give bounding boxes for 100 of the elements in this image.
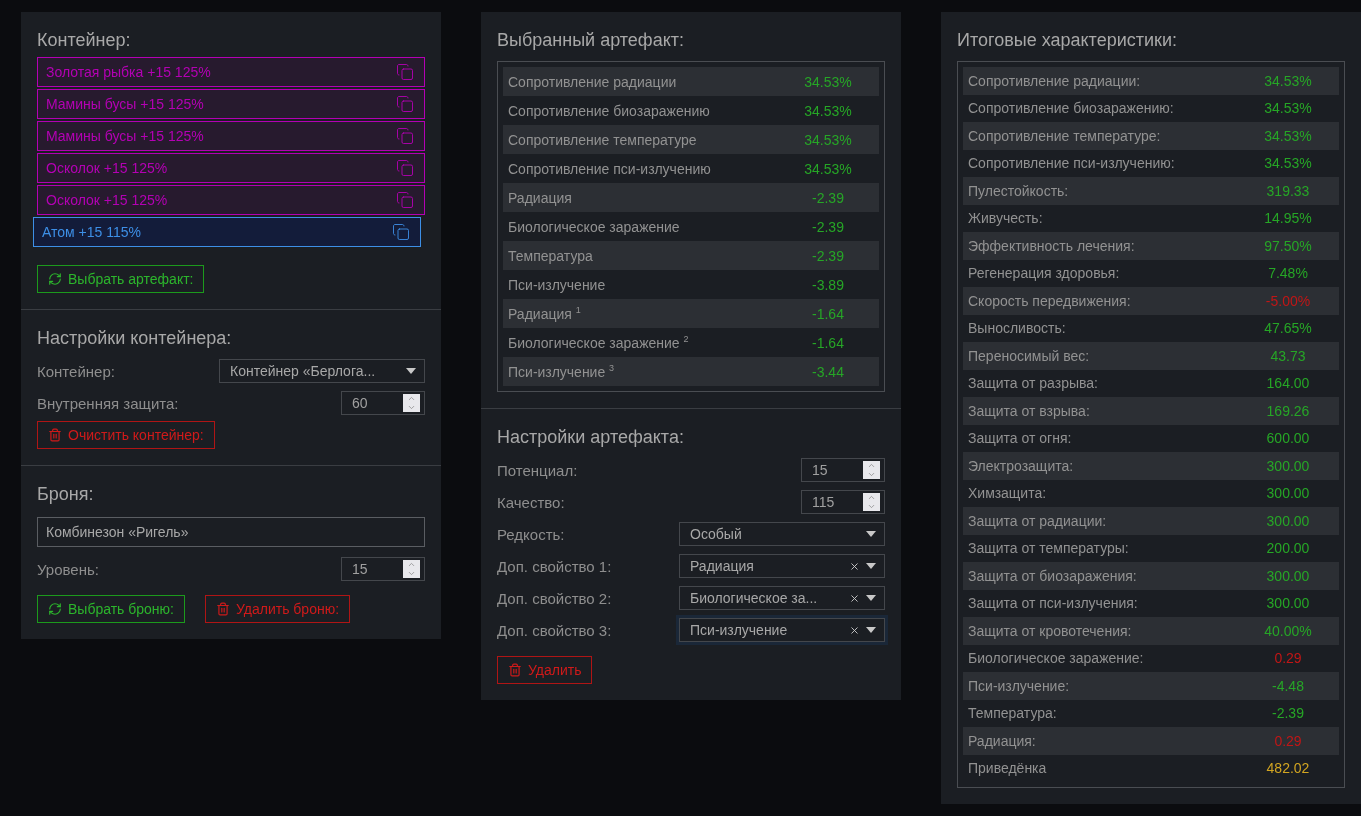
stat-label: Пси-излучение $^{3}$ (508, 363, 615, 380)
stat-label: Переносимый вес: (968, 347, 1090, 364)
caret-icon (866, 563, 876, 569)
stat-value: 40.00% (1263, 622, 1313, 639)
refresh-icon (48, 272, 62, 286)
dropdown[interactable]: Пси-излучение (679, 618, 885, 642)
field-label: Доп. свойство 3: (497, 621, 612, 639)
spinner-icon[interactable] (863, 461, 880, 479)
stat-label: Радиация: (968, 732, 1036, 749)
stat-value: 169.26 (1265, 402, 1311, 419)
spinner-icon[interactable] (863, 493, 880, 511)
stat-value: 34.53% (1263, 72, 1313, 89)
dropdown[interactable]: Биологическое за... (679, 586, 885, 610)
caret-icon (866, 627, 876, 633)
stat-value: 300.00 (1265, 457, 1311, 474)
stat-label: Температура: (968, 705, 1057, 722)
refresh-icon (48, 602, 62, 616)
stat-label: Электрозащита: (968, 457, 1074, 474)
stat-label: Защита от взрыва: (968, 402, 1090, 419)
stat-value: -2.39 (811, 247, 845, 264)
dropdown[interactable]: Радиация (679, 554, 885, 578)
stat-value: 300.00 (1265, 595, 1311, 612)
stat-label: Защита от радиации: (968, 512, 1107, 529)
stat-label: Защита от кровотечения: (968, 622, 1132, 639)
clear-icon[interactable] (849, 592, 860, 604)
field-label: Уровень: (37, 560, 99, 578)
clear-icon[interactable] (849, 624, 860, 636)
stat-label: Сопротивление температуре: (968, 127, 1161, 144)
stat-label: Выносливость: (968, 320, 1066, 337)
field-label: Качество: (497, 493, 565, 511)
stat-value: 300.00 (1265, 512, 1311, 529)
select-artifact-button[interactable]: Выбрать артефакт: (37, 265, 205, 293)
stat-label: Защита от пси-излучения: (968, 595, 1138, 612)
stat-label: Сопротивление биозаражению (508, 102, 710, 119)
stat-value: -2.39 (811, 218, 845, 235)
stat-value: -2.39 (811, 189, 845, 206)
stat-label: Приведёнка (968, 760, 1047, 777)
stat-value: -4.48 (1271, 677, 1305, 694)
field-label: Внутренняя защита: (37, 394, 179, 412)
copy-icon[interactable] (396, 95, 414, 113)
section-title: Контейнер: (37, 30, 132, 51)
copy-icon[interactable] (396, 191, 414, 209)
stat-value: 34.53% (1263, 155, 1313, 172)
field-label: Редкость: (497, 525, 565, 543)
stat-value: 34.53% (1263, 127, 1313, 144)
armor-field[interactable]: Комбинезон «Ригель» (37, 517, 425, 547)
caret-icon (406, 368, 416, 374)
number-input[interactable]: 15 (341, 557, 425, 581)
stat-label: Защита от биозаражения: (968, 567, 1137, 584)
select-armor-button[interactable]: Выбрать броню: (37, 595, 185, 623)
stat-value: 14.95% (1263, 210, 1313, 227)
stat-value: 34.53% (1263, 100, 1313, 117)
number-input[interactable]: 15 (801, 458, 885, 482)
stat-label: Радиация (508, 189, 572, 206)
stat-value: 34.53% (803, 160, 853, 177)
stat-label: Биологическое заражение (508, 218, 680, 235)
stat-label: Защита от температуры: (968, 540, 1129, 557)
stat-label: Биологическое заражение $^{2}$ (508, 334, 689, 351)
spinner-icon[interactable] (403, 394, 420, 412)
stat-value: 7.48% (1267, 265, 1309, 282)
stat-value: 300.00 (1265, 485, 1311, 502)
copy-icon[interactable] (396, 63, 414, 81)
field-label: Контейнер: (37, 362, 115, 380)
stat-value: -3.89 (811, 276, 845, 293)
copy-icon[interactable] (396, 159, 414, 177)
spinner-icon[interactable] (403, 560, 420, 578)
artifact-item[interactable]: Атом +15 115% (33, 217, 421, 247)
number-input[interactable]: 115 (801, 490, 885, 514)
stat-value: 47.65% (1263, 320, 1313, 337)
stat-label: Температура (508, 247, 593, 264)
stat-value: 43.73 (1269, 347, 1307, 364)
stat-label: Скорость передвижения: (968, 292, 1131, 309)
copy-icon[interactable] (392, 223, 410, 241)
stat-label: Сопротивление температуре (508, 131, 697, 148)
stat-label: Сопротивление биозаражению: (968, 100, 1174, 117)
stat-value: 164.00 (1265, 375, 1311, 392)
dropdown[interactable]: Особый (679, 522, 885, 546)
stat-label: Биологическое заражение: (968, 650, 1144, 667)
stat-label: Пулестойкость: (968, 182, 1069, 199)
stat-label: Радиация $^{1}$ (508, 305, 581, 322)
copy-icon[interactable] (396, 127, 414, 145)
dropdown[interactable]: Контейнер «Берлога... (219, 359, 425, 383)
stat-label: Химзащита: (968, 485, 1047, 502)
stat-label: Сопротивление пси-излучению (508, 160, 711, 177)
clear-icon[interactable] (849, 560, 860, 572)
stat-value: 319.33 (1265, 182, 1311, 199)
stat-value: 200.00 (1265, 540, 1311, 557)
stat-value: -3.44 (811, 363, 845, 380)
number-input[interactable]: 60 (341, 391, 425, 415)
stat-value: 34.53% (803, 102, 853, 119)
trash-icon (216, 602, 230, 616)
section-title: Броня: (37, 484, 95, 505)
stat-value: -1.64 (811, 334, 845, 351)
stat-value: 300.00 (1265, 567, 1311, 584)
caret-icon (866, 531, 876, 537)
stat-label: Пси-излучение (508, 276, 606, 293)
stat-label: Эффективность лечения: (968, 237, 1135, 254)
stat-value: 34.53% (803, 131, 853, 148)
trash-icon (508, 663, 522, 677)
stat-value: 34.53% (803, 73, 853, 90)
